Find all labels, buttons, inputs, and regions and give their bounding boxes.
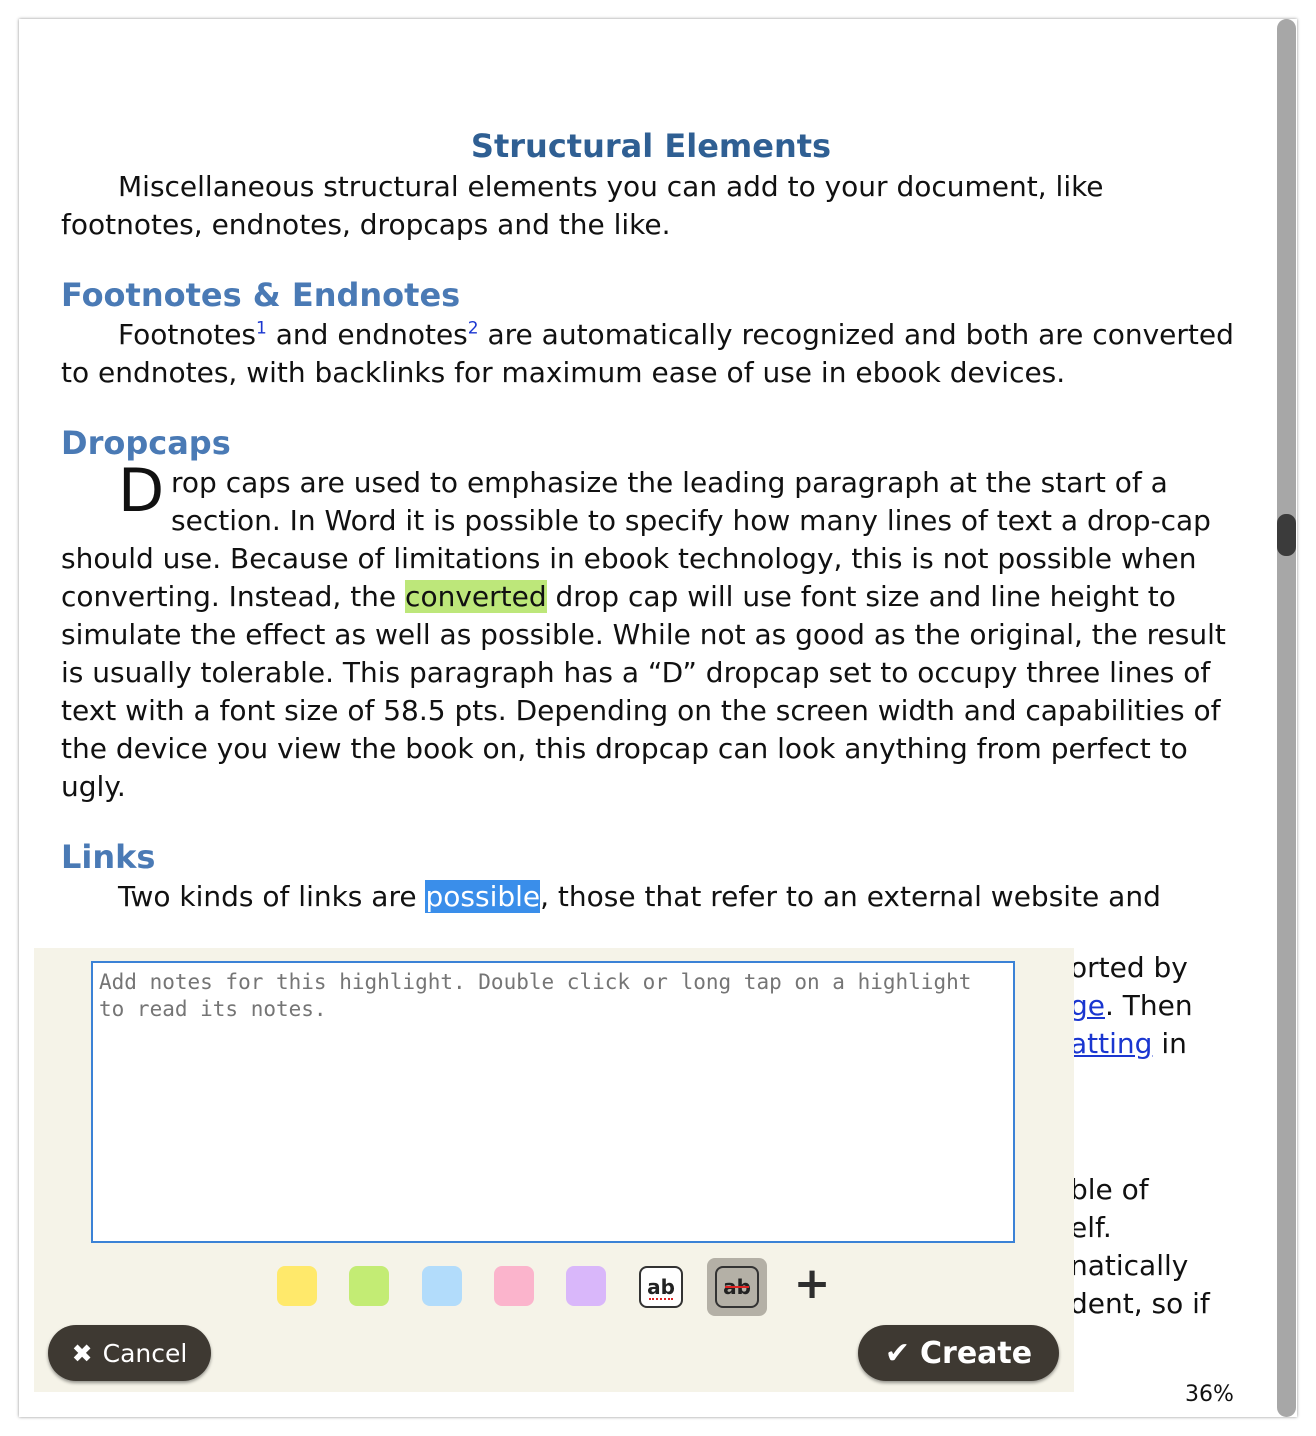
color-swatch-purple[interactable] <box>566 1266 606 1306</box>
reading-progress: 36% <box>1185 1382 1234 1407</box>
checkmark-icon: ✔ <box>884 1335 911 1371</box>
dropcap-paragraph: D rop caps are used to emphasize the lea… <box>61 456 1241 806</box>
intro-paragraph: Miscellaneous structural elements you ca… <box>61 170 1104 241</box>
behind-fragment: natically <box>1070 1249 1189 1282</box>
color-swatch-yellow[interactable] <box>277 1266 317 1306</box>
color-swatch-pink[interactable] <box>494 1266 534 1306</box>
dropcap-line-1: rop caps are used to emphasize the leadi… <box>171 466 1168 499</box>
squiggly-underline-button[interactable]: ab <box>639 1266 683 1308</box>
links-heading: Links <box>61 838 156 876</box>
book-content: Structural Elements Miscellaneous struct… <box>61 124 1241 916</box>
scrollbar-track[interactable] <box>1277 19 1296 1417</box>
footnote-link-1[interactable]: 1 <box>256 319 267 339</box>
create-button[interactable]: ✔ Create <box>858 1325 1059 1381</box>
formatting-link[interactable]: atting <box>1070 1027 1152 1060</box>
links-text: Two kinds of links are <box>118 880 426 913</box>
create-label: Create <box>920 1335 1033 1371</box>
color-swatch-green[interactable] <box>349 1266 389 1306</box>
green-highlight[interactable]: converted <box>405 580 547 613</box>
links-text: , those that refer to an external websit… <box>540 880 1161 913</box>
dropcap-letter: D <box>118 456 165 526</box>
scrollbar-thumb[interactable] <box>1277 514 1296 556</box>
selected-text[interactable]: possible <box>425 880 541 913</box>
page-title: Structural Elements <box>470 127 832 165</box>
links-paragraph: Two kinds of links are possible, those t… <box>61 878 1241 916</box>
behind-fragment: ge. Then <box>1070 987 1193 1025</box>
footnotes-text: and endnotes <box>266 318 468 351</box>
behind-fragment: dent, so if <box>1070 1287 1210 1320</box>
strikethrough-icon <box>725 1286 749 1288</box>
cancel-button[interactable]: ✖ Cancel <box>48 1325 211 1381</box>
strikethrough-button[interactable]: ab <box>715 1266 759 1308</box>
behind-fragment: elf. <box>1070 1211 1112 1244</box>
footnotes-heading: Footnotes & Endnotes <box>61 276 461 314</box>
behind-text: in <box>1152 1027 1187 1060</box>
behind-fragment: ble of <box>1070 1173 1149 1206</box>
dropcaps-heading: Dropcaps <box>61 424 231 462</box>
dropcap-line-2: section. In Word it is possible to speci… <box>171 504 1211 537</box>
plus-icon[interactable]: + <box>790 1262 834 1306</box>
dropcap-text: drop cap will use font size and line hei… <box>61 580 1226 803</box>
endnote-link-2[interactable]: 2 <box>468 319 479 339</box>
page-link[interactable]: ge <box>1070 989 1105 1022</box>
highlight-notes-input[interactable] <box>91 961 1015 1243</box>
footnotes-paragraph: Footnotes1 and endnotes2 are automatical… <box>61 316 1241 392</box>
color-swatch-blue[interactable] <box>422 1266 462 1306</box>
footnotes-text: Footnotes <box>118 318 257 351</box>
squiggly-icon <box>649 1295 673 1300</box>
close-icon: ✖ <box>71 1338 93 1368</box>
behind-fragment: atting in <box>1070 1025 1187 1063</box>
behind-text: . Then <box>1105 989 1193 1022</box>
cancel-label: Cancel <box>102 1338 188 1368</box>
behind-fragment: orted by <box>1070 951 1188 984</box>
